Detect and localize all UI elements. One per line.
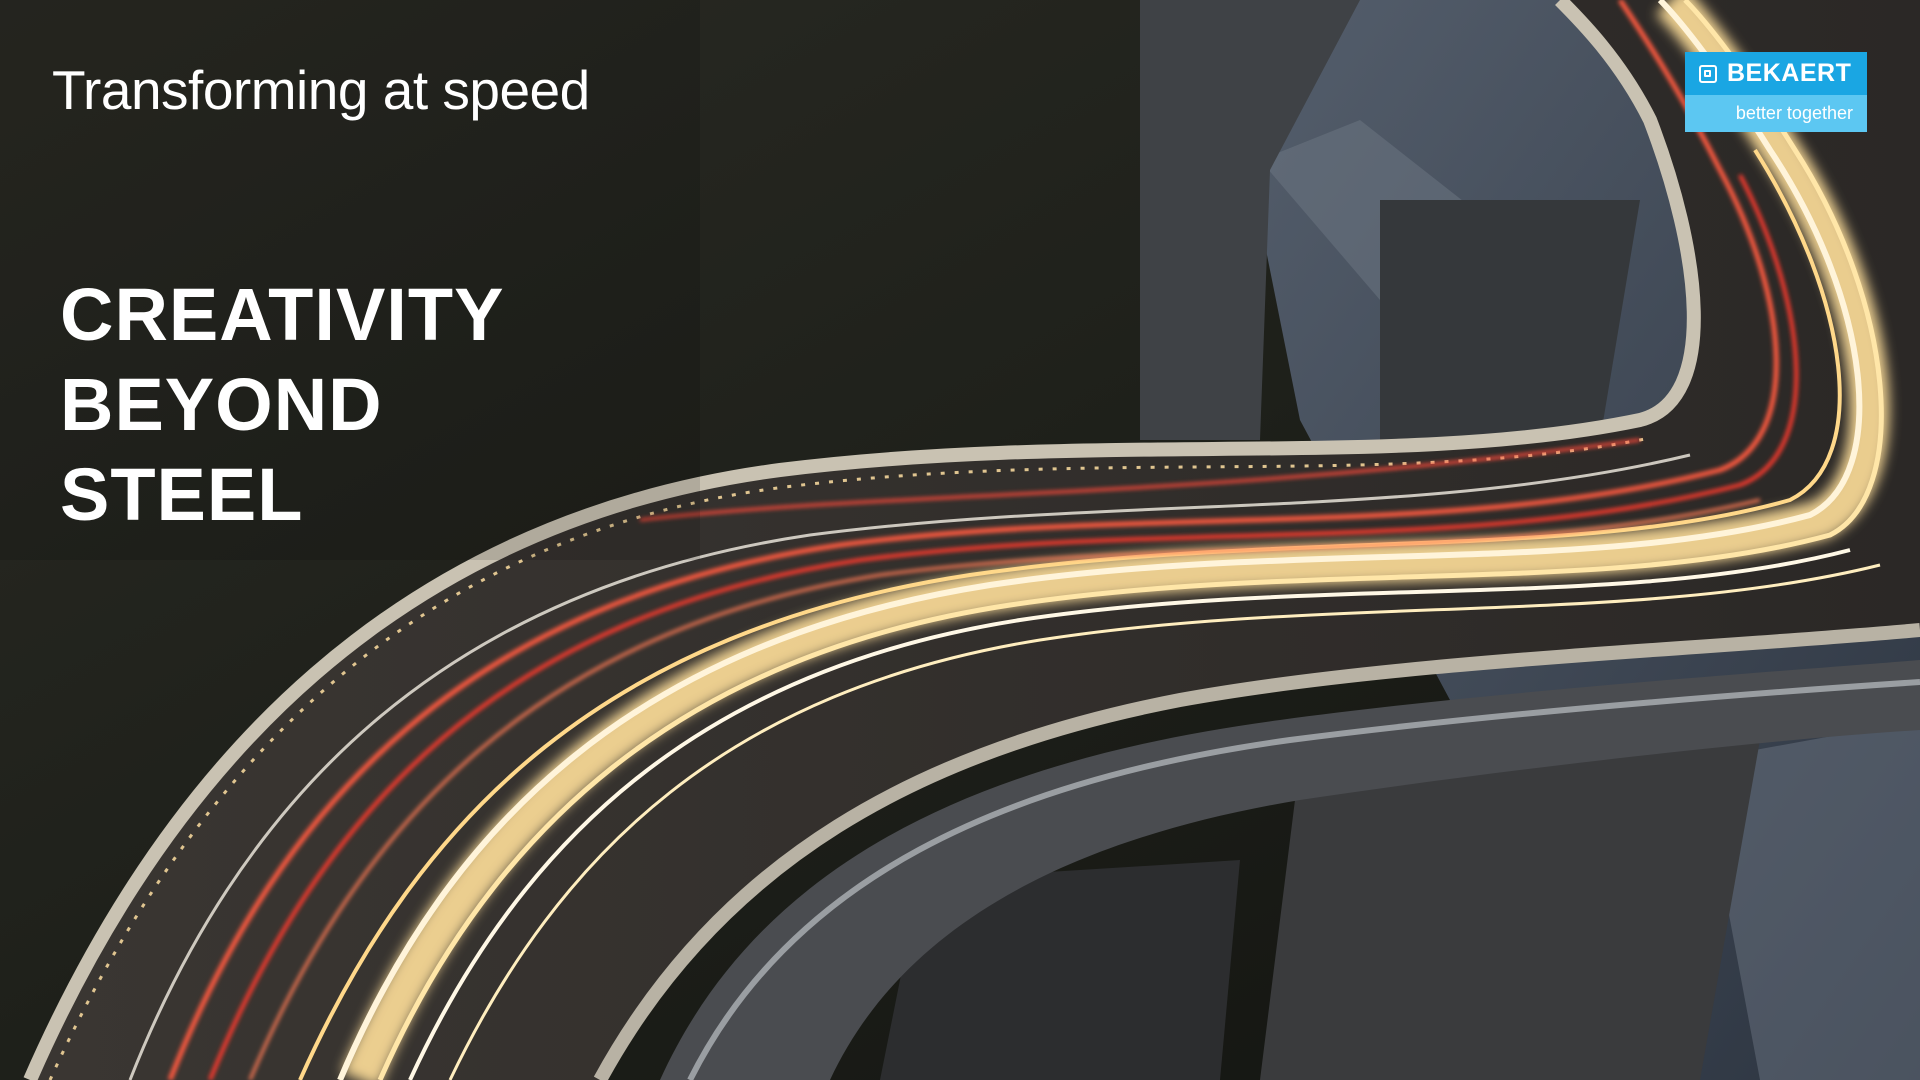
- logo-tagline: better together: [1685, 95, 1867, 132]
- slide-subtitle: Transforming at speed: [52, 59, 590, 121]
- headline-line-1: CREATIVITY: [60, 273, 505, 356]
- headline-line-2: BEYOND: [60, 363, 383, 446]
- slide-headline: CREATIVITY BEYOND STEEL: [60, 270, 504, 540]
- bekaert-logo: BEKAERT better together: [1685, 52, 1867, 132]
- headline-line-3: STEEL: [60, 453, 304, 536]
- logo-name: BEKAERT: [1727, 59, 1852, 87]
- logo-top-bar: BEKAERT: [1685, 52, 1867, 95]
- background-photo-bridge-light-trails: [0, 0, 1920, 1080]
- bekaert-mark-icon: [1699, 64, 1717, 83]
- title-slide: Transforming at speed CREATIVITY BEYOND …: [0, 0, 1920, 1080]
